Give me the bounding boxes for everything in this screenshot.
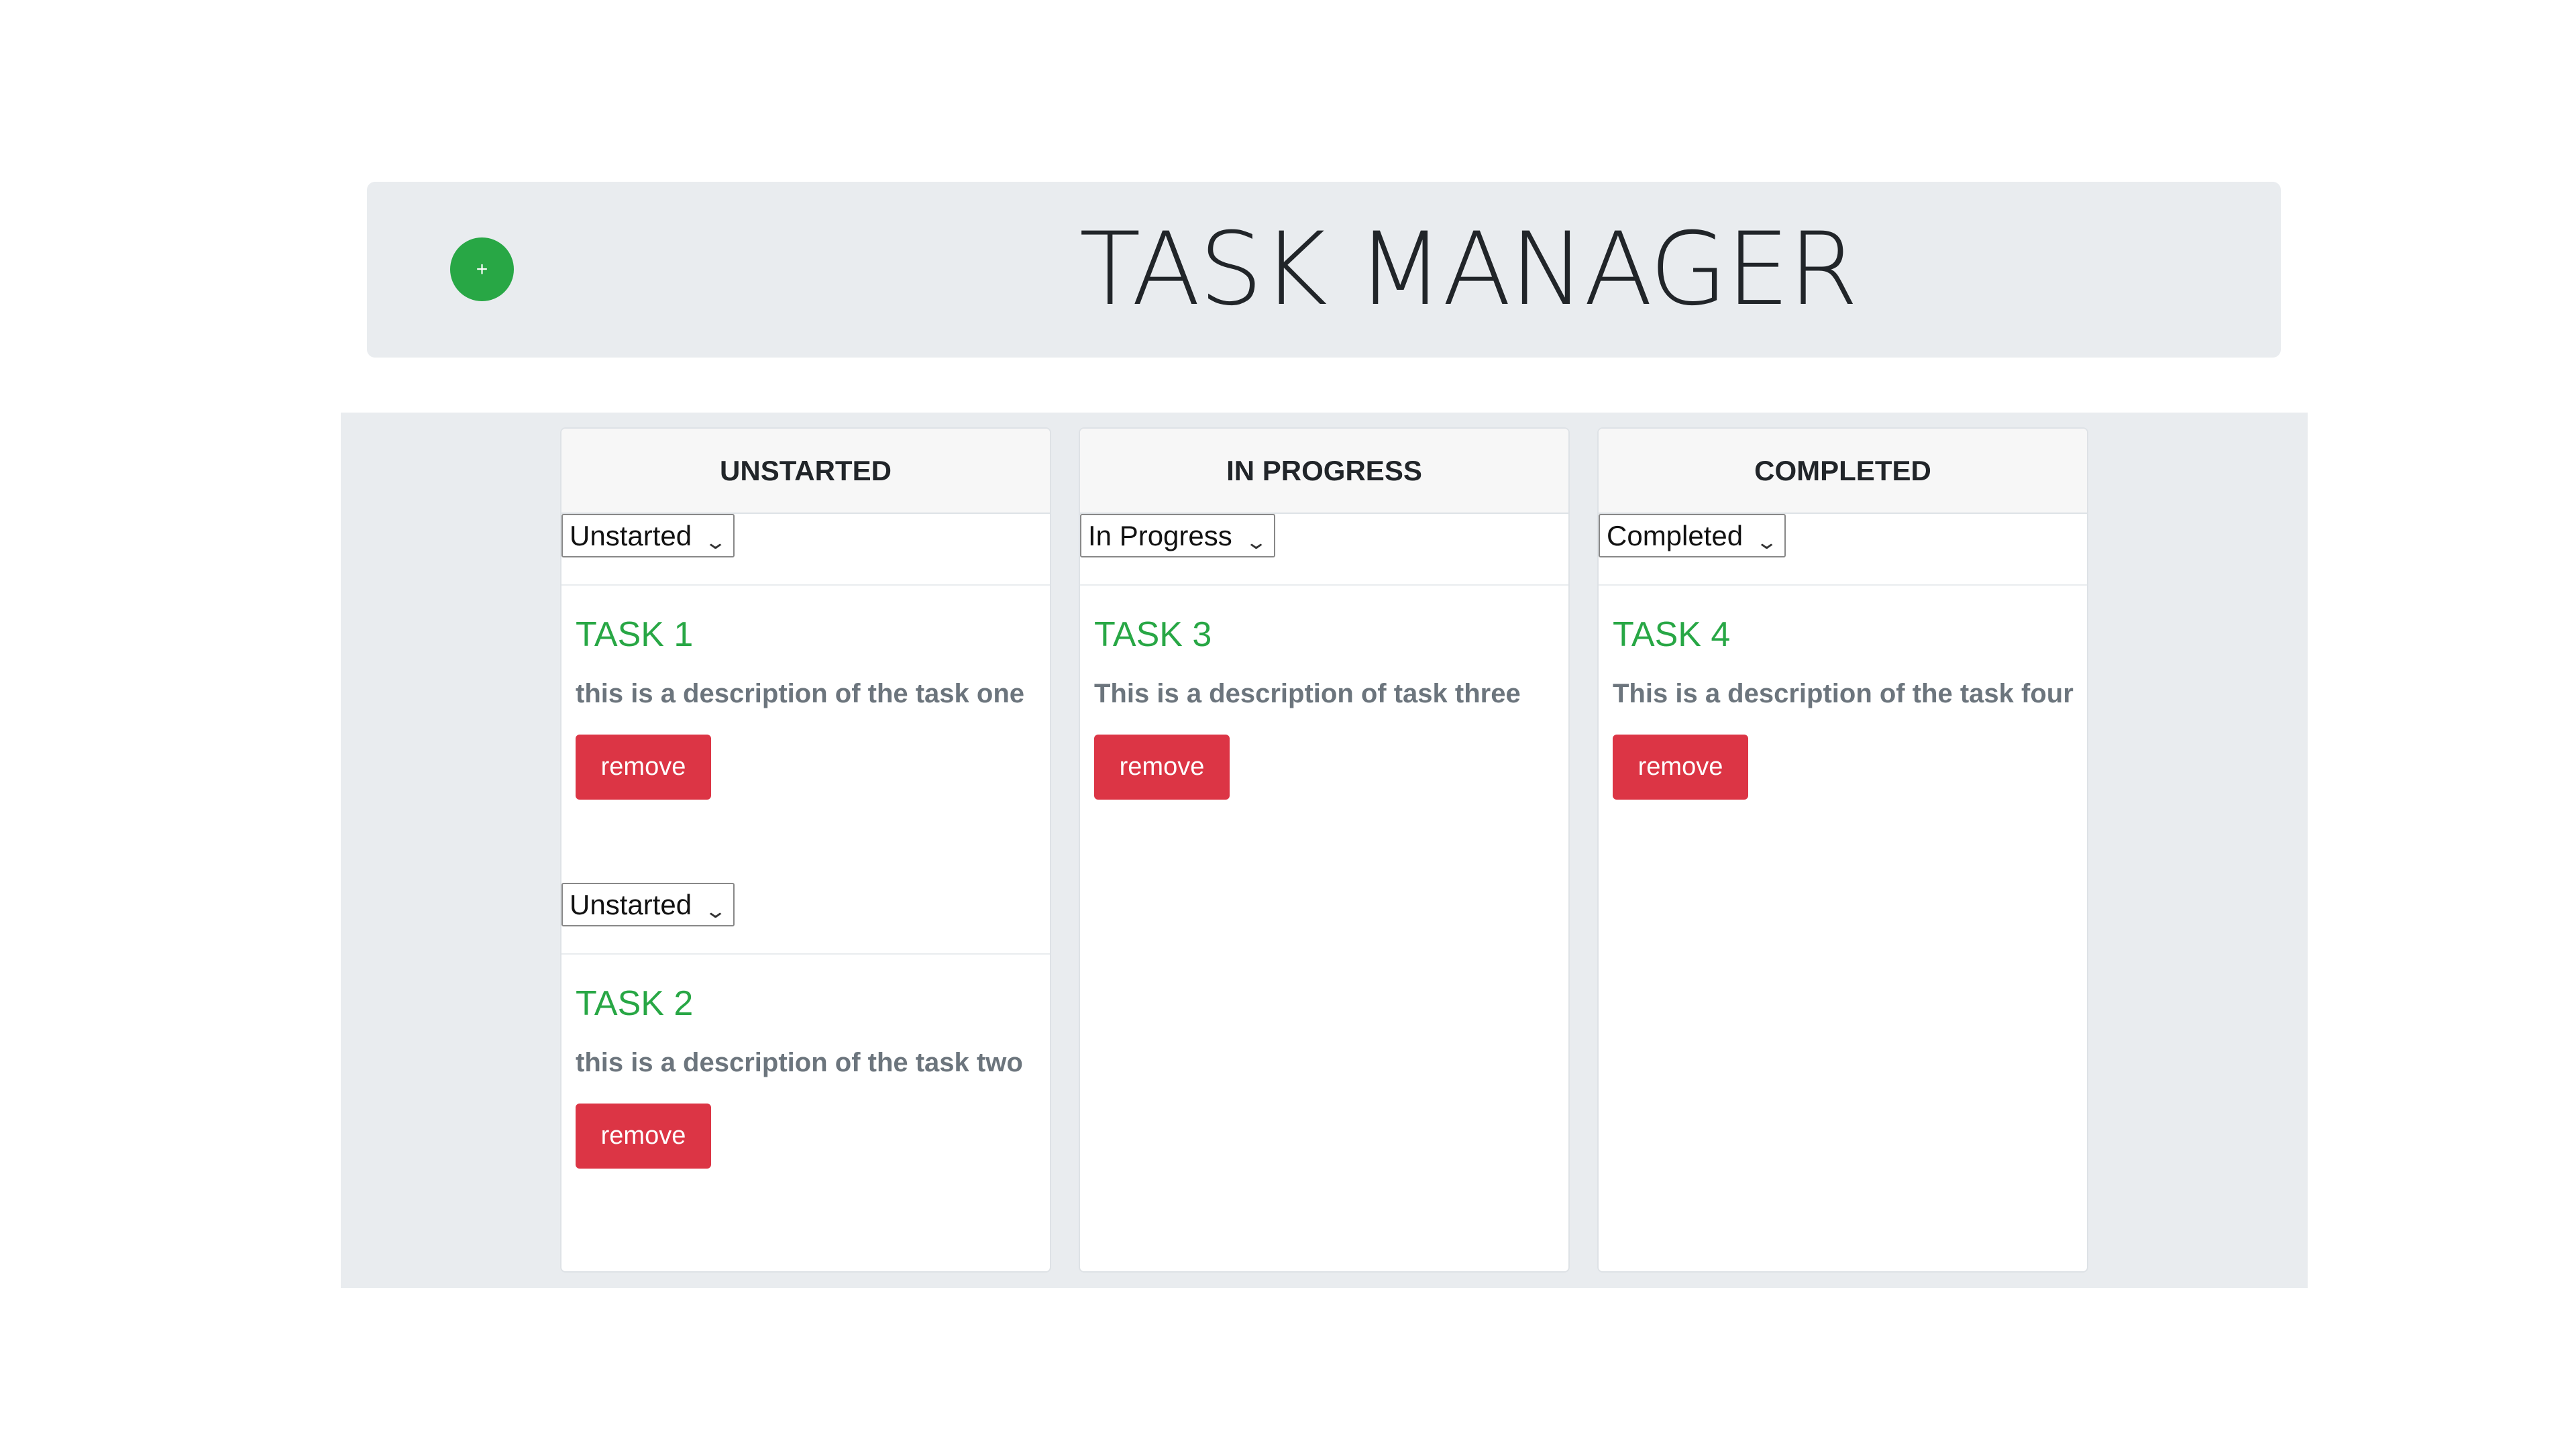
status-select[interactable]: In Progress ⌄ — [1080, 514, 1275, 557]
task-title: TASK 4 — [1613, 615, 1731, 654]
remove-button[interactable]: remove — [1613, 735, 1748, 800]
chevron-down-icon: ⌄ — [703, 900, 728, 922]
status-row: Unstarted ⌄ — [561, 514, 1050, 586]
page-title: TASK MANAGER — [1079, 211, 1858, 328]
status-select-value: Unstarted — [570, 889, 692, 920]
status-select-value: In Progress — [1088, 520, 1232, 551]
chevron-down-icon: ⌄ — [703, 531, 728, 553]
task-manager-app: + TASK MANAGER UNSTARTED Unstarted ⌄ TAS… — [0, 0, 2576, 1449]
task-body: TASK 3 This is a description of task thr… — [1080, 586, 1568, 800]
status-select-value: Completed — [1607, 520, 1743, 551]
chevron-down-icon: ⌄ — [1244, 531, 1268, 553]
task-description: This is a description of task three — [1094, 679, 1521, 708]
remove-button[interactable]: remove — [576, 1104, 711, 1169]
column-completed: COMPLETED Completed ⌄ TASK 4 This is a d… — [1597, 427, 2088, 1273]
status-select[interactable]: Unstarted ⌄ — [561, 883, 735, 926]
task-card: Unstarted ⌄ TASK 1 this is a description… — [561, 514, 1050, 800]
task-board: UNSTARTED Unstarted ⌄ TASK 1 this is a d… — [341, 413, 2308, 1288]
status-row: Unstarted ⌄ — [561, 883, 1050, 955]
task-title: TASK 2 — [576, 984, 694, 1023]
task-title: TASK 1 — [576, 615, 694, 654]
task-description: This is a description of the task four — [1613, 679, 2074, 708]
task-body: TASK 4 This is a description of the task… — [1599, 586, 2087, 800]
column-in-progress: IN PROGRESS In Progress ⌄ TASK 3 This is… — [1079, 427, 1570, 1273]
task-title: TASK 3 — [1094, 615, 1212, 654]
column-header: UNSTARTED — [561, 429, 1050, 514]
task-card: Completed ⌄ TASK 4 This is a description… — [1599, 514, 2087, 800]
column-header: IN PROGRESS — [1080, 429, 1568, 514]
task-body: TASK 1 this is a description of the task… — [561, 586, 1050, 800]
chevron-down-icon: ⌄ — [1754, 531, 1779, 553]
task-spacer — [561, 800, 1050, 883]
task-card: Unstarted ⌄ TASK 2 this is a description… — [561, 883, 1050, 1169]
status-row: In Progress ⌄ — [1080, 514, 1568, 586]
task-description: this is a description of the task two — [576, 1048, 1023, 1077]
task-description: this is a description of the task one — [576, 679, 1025, 708]
remove-button[interactable]: remove — [1094, 735, 1230, 800]
status-select[interactable]: Unstarted ⌄ — [561, 514, 735, 557]
status-select-value: Unstarted — [570, 520, 692, 551]
header-jumbotron: + TASK MANAGER — [367, 182, 2281, 358]
column-unstarted: UNSTARTED Unstarted ⌄ TASK 1 this is a d… — [560, 427, 1051, 1273]
remove-button[interactable]: remove — [576, 735, 711, 800]
column-header: COMPLETED — [1599, 429, 2087, 514]
task-card: In Progress ⌄ TASK 3 This is a descripti… — [1080, 514, 1568, 800]
task-body: TASK 2 this is a description of the task… — [561, 955, 1050, 1169]
status-select[interactable]: Completed ⌄ — [1599, 514, 1786, 557]
status-row: Completed ⌄ — [1599, 514, 2087, 586]
